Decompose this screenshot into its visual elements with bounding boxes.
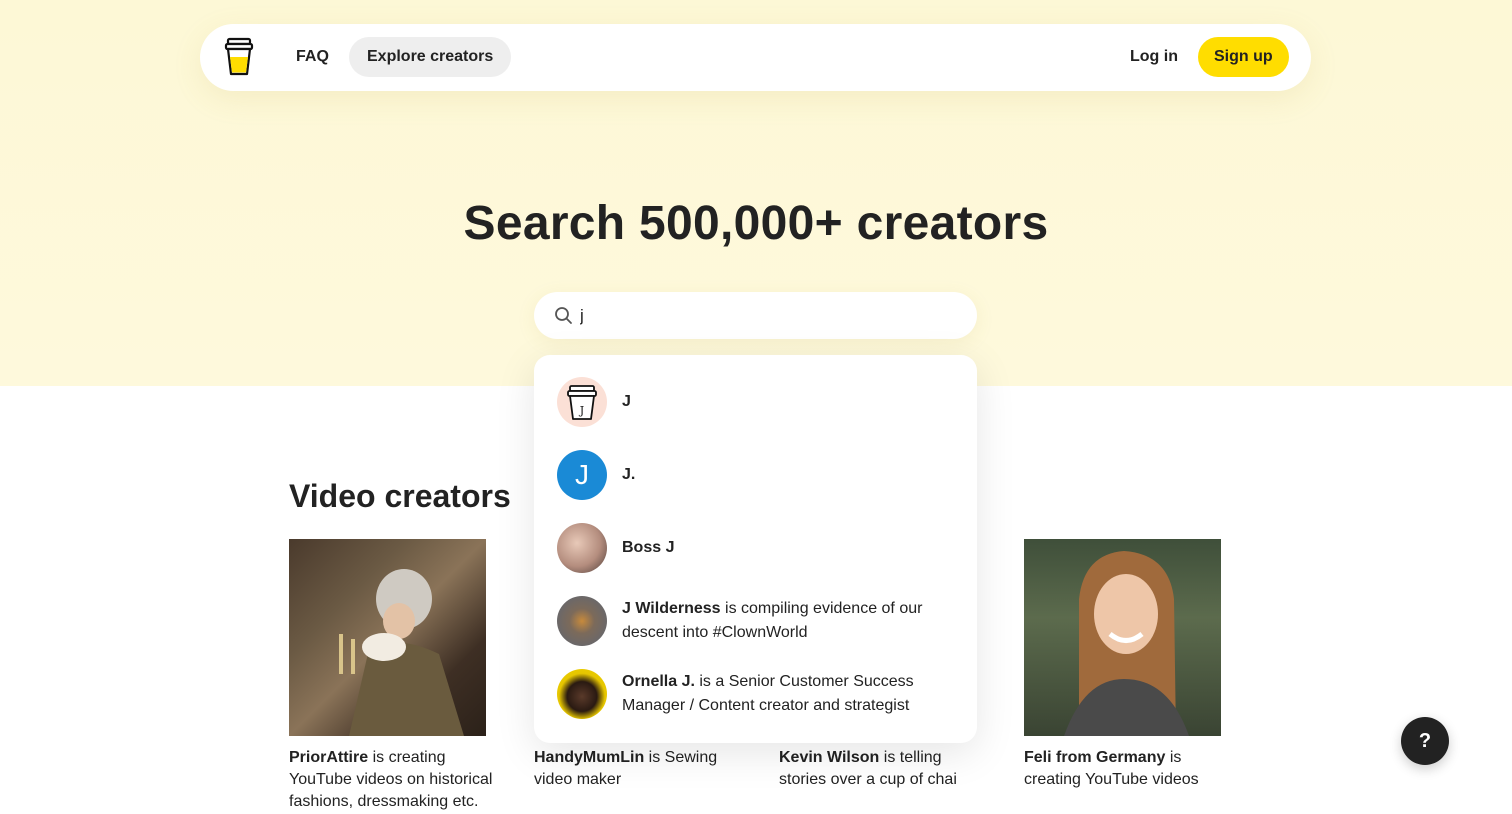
- search-result-item[interactable]: J Wilderness is compiling evidence of ou…: [534, 586, 977, 656]
- svg-text:J: J: [579, 404, 584, 417]
- search-results-dropdown: J J J J. Boss J J Wilderness is compilin…: [534, 355, 977, 743]
- page-title: Search 500,000+ creators: [463, 197, 1049, 250]
- result-name: Ornella J.: [622, 673, 695, 690]
- creator-card-text: HandyMumLin is Sewing video maker: [534, 747, 739, 791]
- search-icon: [554, 306, 573, 325]
- search-input[interactable]: [580, 300, 960, 331]
- section-title: Video creators: [289, 478, 511, 514]
- creator-card-text: Kevin Wilson is telling stories over a c…: [779, 747, 984, 791]
- creator-name[interactable]: Kevin Wilson: [779, 749, 879, 766]
- cup-avatar-icon: J: [557, 377, 607, 427]
- result-name: J Wilderness: [622, 600, 721, 617]
- result-name: J: [622, 393, 631, 410]
- creator-name[interactable]: HandyMumLin: [534, 749, 644, 766]
- result-text: Boss J: [622, 536, 952, 560]
- creator-card-text: Feli from Germany is creating YouTube vi…: [1024, 747, 1229, 791]
- creator-card-text: PriorAttire is creating YouTube videos o…: [289, 747, 494, 813]
- help-button[interactable]: ?: [1401, 717, 1449, 765]
- result-name: J.: [622, 466, 636, 483]
- photo-avatar: [557, 523, 607, 573]
- search-box[interactable]: [534, 292, 977, 339]
- top-nav: FAQ Explore creators Log in Sign up: [200, 24, 1311, 91]
- nav-faq-link[interactable]: FAQ: [278, 37, 347, 77]
- creator-card-image[interactable]: [289, 539, 486, 736]
- search-result-item[interactable]: J J.: [534, 440, 977, 510]
- coffee-cup-logo-icon[interactable]: [224, 37, 254, 77]
- search-result-item[interactable]: J J: [534, 367, 977, 437]
- result-text: J: [622, 390, 952, 414]
- search-result-item[interactable]: Ornella J. is a Senior Customer Success …: [534, 659, 977, 729]
- letter-avatar-icon: J: [557, 450, 607, 500]
- creator-name[interactable]: Feli from Germany: [1024, 749, 1165, 766]
- nav-explore-creators-link[interactable]: Explore creators: [349, 37, 512, 77]
- signup-button[interactable]: Sign up: [1198, 37, 1289, 77]
- search-result-item[interactable]: Boss J: [534, 513, 977, 583]
- creator-name[interactable]: PriorAttire: [289, 749, 368, 766]
- photo-avatar: [557, 669, 607, 719]
- creator-card-image[interactable]: [1024, 539, 1221, 736]
- result-text: J.: [622, 463, 952, 487]
- photo-avatar: [557, 596, 607, 646]
- result-text: Ornella J. is a Senior Customer Success …: [622, 670, 952, 718]
- result-name: Boss J: [622, 539, 675, 556]
- login-link[interactable]: Log in: [1112, 37, 1196, 77]
- result-text: J Wilderness is compiling evidence of ou…: [622, 597, 952, 645]
